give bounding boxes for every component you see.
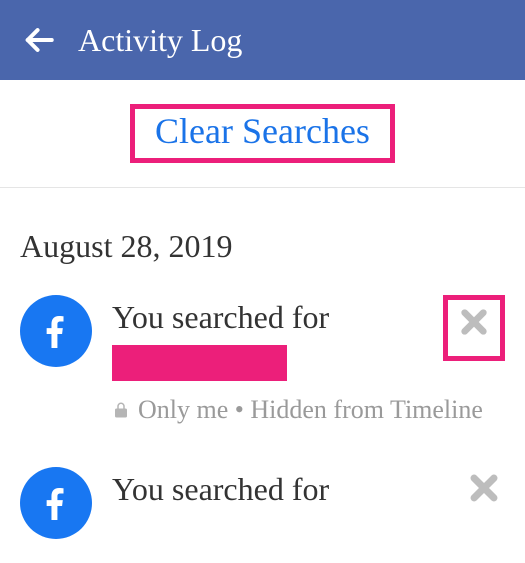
activity-text: You searched for <box>112 297 423 337</box>
activity-item-body: You searched for <box>112 467 443 509</box>
activity-item: You searched for Only me • Hidden from T… <box>0 295 525 449</box>
activity-text: You searched for <box>112 469 443 509</box>
clear-searches-row: Clear Searches <box>0 80 525 188</box>
facebook-avatar-icon <box>20 295 92 367</box>
privacy-line: Only me • Hidden from Timeline <box>112 395 423 425</box>
back-arrow-icon[interactable] <box>22 23 56 57</box>
facebook-avatar-icon <box>20 467 92 539</box>
date-heading: August 28, 2019 <box>0 188 525 295</box>
page-title: Activity Log <box>78 22 242 59</box>
delete-item-button[interactable] <box>443 295 505 361</box>
activity-item: You searched for <box>0 467 525 563</box>
privacy-text: Only me • Hidden from Timeline <box>138 395 483 425</box>
redacted-term <box>112 345 287 381</box>
delete-item-button[interactable] <box>463 467 505 509</box>
lock-icon <box>112 401 130 419</box>
clear-searches-link[interactable]: Clear Searches <box>130 104 395 163</box>
header-bar: Activity Log <box>0 0 525 80</box>
activity-item-body: You searched for Only me • Hidden from T… <box>112 295 423 425</box>
